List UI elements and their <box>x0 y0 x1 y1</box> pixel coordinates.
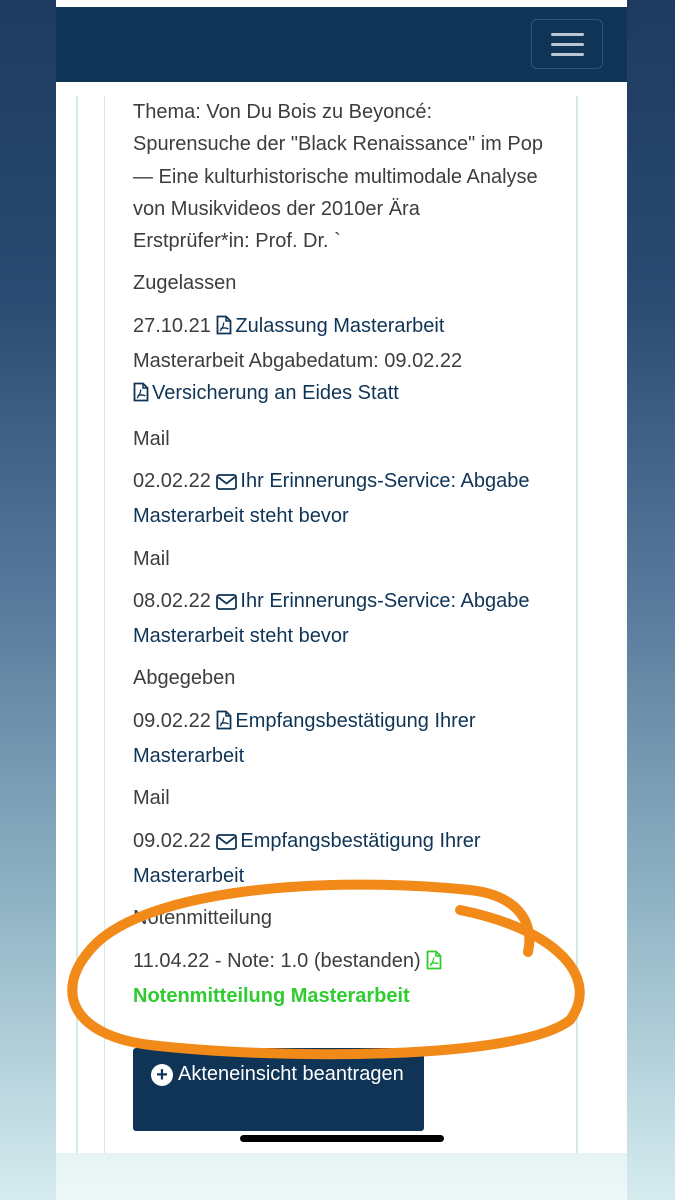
top-white-strip <box>56 0 627 7</box>
entry-date: 09.02.22 <box>133 829 211 852</box>
page-content: Thema: Von Du Bois zu Beyoncé: Spurensuc… <box>56 82 627 1153</box>
bottom-area <box>56 1153 627 1200</box>
entry-label: Zugelassen <box>133 272 237 295</box>
entry-label: Mail <box>133 787 170 810</box>
timeline-entry-abgegeben: Abgegeben 09.02.22 Empfangsbestätigung I… <box>133 662 553 772</box>
hamburger-menu-icon[interactable] <box>531 19 603 69</box>
envelope-icon <box>216 468 238 500</box>
examiner: Erstprüfer*in: Prof. Dr. ` <box>133 230 341 253</box>
menu-bar <box>551 33 584 36</box>
timeline-entry-mail: Mail 08.02.22 Ihr Erinnerungs-Service: A… <box>133 543 553 653</box>
thesis-title: Thema: Von Du Bois zu Beyoncé: Spurensuc… <box>133 101 543 220</box>
pdf-file-icon <box>133 380 149 412</box>
entry-label: Mail <box>133 427 170 450</box>
entry-date: 09.02.22 <box>133 709 211 732</box>
timeline-entry-zugelassen: Zugelassen 27.10.21 Zulassung Masterarbe… <box>133 267 553 412</box>
zulassung-link[interactable]: Zulassung Masterarbeit <box>235 315 444 337</box>
timeline-entry-mail: Mail 02.02.22 Ihr Erinnerungs-Service: A… <box>133 423 553 533</box>
thesis-info: Thema: Von Du Bois zu Beyoncé: Spurensuc… <box>133 96 553 257</box>
navbar <box>56 7 627 82</box>
menu-bar <box>551 53 584 56</box>
pdf-file-icon <box>216 313 232 345</box>
akteneinsicht-label: Akteneinsicht beantragen <box>178 1063 404 1085</box>
entry-date: 27.10.21 <box>133 314 211 337</box>
entry-label: Mail <box>133 547 170 570</box>
pdf-file-icon <box>426 948 442 980</box>
entry-date: 08.02.22 <box>133 589 211 612</box>
eidesstatt-link[interactable]: Versicherung an Eides Statt <box>152 382 399 404</box>
entry-date: 02.02.22 <box>133 469 211 492</box>
entry-label: Notenmitteilung <box>133 907 272 930</box>
envelope-icon <box>216 828 238 860</box>
timeline-entry-notenmitteilung: Notenmitteilung 11.04.22 - Note: 1.0 (be… <box>133 902 553 1012</box>
divider-line <box>76 96 78 1153</box>
timeline-entry-mail: Mail 09.02.22 Empfangsbestätigung Ihrer … <box>133 782 553 892</box>
home-indicator[interactable] <box>240 1135 444 1142</box>
divider-line <box>576 96 578 1153</box>
pdf-file-icon <box>216 708 232 740</box>
divider-line <box>104 96 105 1153</box>
envelope-icon <box>216 588 238 620</box>
plus-circle-icon: + <box>151 1064 173 1086</box>
grade-text: 11.04.22 - Note: 1.0 (bestanden) <box>133 949 421 972</box>
thesis-timeline: Thema: Von Du Bois zu Beyoncé: Spurensuc… <box>133 96 553 1022</box>
akteneinsicht-button[interactable]: + Akteneinsicht beantragen <box>133 1048 424 1131</box>
grade-notice-link[interactable]: Notenmitteilung Masterarbeit <box>133 985 410 1007</box>
menu-bar <box>551 43 584 46</box>
submission-deadline: Masterarbeit Abgabedatum: 09.02.22 <box>133 350 463 373</box>
entry-label: Abgegeben <box>133 667 236 690</box>
